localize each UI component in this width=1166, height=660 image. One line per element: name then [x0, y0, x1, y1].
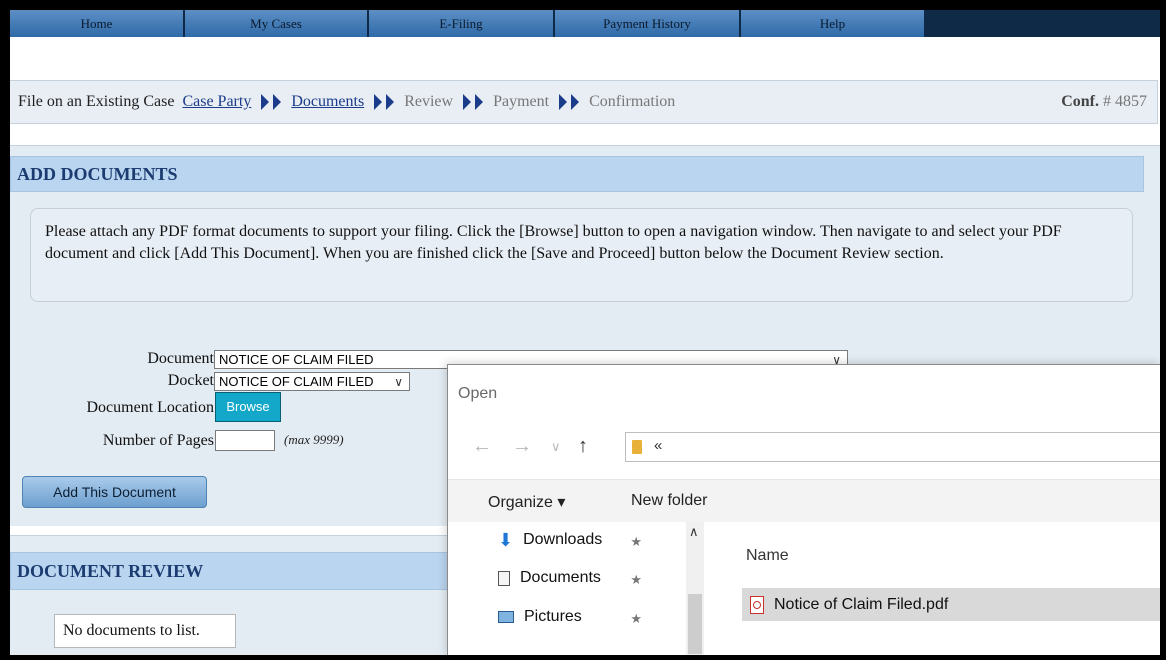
pdf-icon [750, 595, 764, 614]
nav-tab-home[interactable]: Home [10, 10, 185, 37]
navigation-pane: ⬇ Downloads ★ Documents ★ Pictures ★ ∧ [448, 522, 706, 655]
step-arrow-icon [259, 94, 283, 110]
number-of-pages-label: Number of Pages [102, 432, 214, 449]
nav-tab-my-cases[interactable]: My Cases [185, 10, 369, 37]
name-column-header[interactable]: Name [746, 547, 789, 565]
nav-pane-item-label: Pictures [524, 608, 582, 625]
step-arrow-icon [461, 94, 485, 110]
scrollbar-thumb[interactable] [688, 594, 702, 654]
instructions-box: Please attach any PDF format documents t… [30, 208, 1133, 302]
nav-pane-item-label: Downloads [523, 531, 603, 548]
add-this-document-button[interactable]: Add This Document [22, 476, 207, 508]
address-path: « [654, 437, 663, 454]
organize-menu-button[interactable]: Organize ▾ [488, 492, 565, 512]
pin-icon[interactable]: ★ [630, 572, 642, 588]
nav-tab-help[interactable]: Help [741, 10, 926, 37]
breadcrumb-step-review: Review [404, 93, 454, 110]
file-list-pane: Name Notice of Claim Filed.pdf [706, 522, 1160, 655]
documents-icon [498, 570, 510, 586]
number-of-pages-input[interactable] [215, 430, 275, 451]
step-arrow-icon [372, 94, 396, 110]
app-frame: Home My Cases E-Filing Payment History H… [10, 10, 1160, 655]
address-bar[interactable]: « [625, 432, 1160, 462]
nav-pane-item-label: Documents [520, 569, 601, 586]
breadcrumb-step-documents[interactable]: Documents [291, 93, 364, 111]
navigation-pane-scrollbar[interactable]: ∧ [686, 522, 704, 655]
scroll-up-icon[interactable]: ∧ [689, 524, 699, 540]
file-row[interactable]: Notice of Claim Filed.pdf [742, 588, 1160, 621]
nav-pane-item-documents[interactable]: Documents [498, 566, 601, 590]
download-icon: ⬇ [498, 529, 514, 550]
step-arrow-icon [557, 94, 581, 110]
top-navigation: Home My Cases E-Filing Payment History H… [10, 10, 1160, 37]
max-pages-hint: (max 9999) [284, 432, 344, 447]
pin-icon[interactable]: ★ [630, 534, 642, 550]
breadcrumb-prefix: File on an Existing Case [18, 93, 175, 110]
nav-tab-payment-history[interactable]: Payment History [555, 10, 741, 37]
chevron-down-icon: ∨ [394, 375, 403, 389]
recent-locations-chevron-icon[interactable]: ∨ [551, 439, 561, 455]
document-select-value: NOTICE OF CLAIM FILED [219, 352, 374, 367]
browse-button[interactable]: Browse [215, 392, 281, 422]
document-label: Document [147, 350, 214, 367]
file-name: Notice of Claim Filed.pdf [774, 595, 949, 613]
up-folder-arrow-icon[interactable]: ↑ [578, 435, 588, 458]
breadcrumb-step-case-party[interactable]: Case Party [182, 93, 251, 111]
nav-pane-item-downloads[interactable]: ⬇ Downloads [498, 528, 602, 552]
confirmation-number: Conf. # 4857 [1061, 93, 1147, 110]
new-folder-button[interactable]: New folder [631, 492, 707, 510]
docket-label: Docket [167, 372, 214, 389]
add-documents-heading: ADD DOCUMENTS [10, 156, 1144, 192]
pictures-icon [498, 611, 514, 623]
document-location-label: Document Location [86, 399, 214, 416]
dialog-toolbar: Organize ▾ New folder [448, 479, 1160, 523]
breadcrumb-step-confirmation: Confirmation [589, 93, 676, 110]
back-arrow-icon[interactable]: ← [472, 435, 492, 458]
folder-icon [632, 440, 642, 454]
dialog-title: Open [458, 385, 498, 402]
docket-select[interactable]: NOTICE OF CLAIM FILED ∨ [214, 372, 410, 391]
breadcrumb-step-payment: Payment [493, 93, 550, 110]
breadcrumb: File on an Existing Case Case Party Docu… [10, 80, 1158, 124]
dialog-navigation-row: ← → ∨ ↑ « [448, 427, 1160, 467]
pin-icon[interactable]: ★ [630, 611, 642, 627]
forward-arrow-icon[interactable]: → [512, 435, 532, 458]
open-file-dialog: Open ← → ∨ ↑ « Organize ▾ New folder ⬇ D… [447, 364, 1160, 655]
nav-tab-e-filing[interactable]: E-Filing [369, 10, 555, 37]
empty-documents-message: No documents to list. [54, 614, 236, 648]
docket-select-value: NOTICE OF CLAIM FILED [219, 374, 374, 389]
nav-pane-item-pictures[interactable]: Pictures [498, 605, 582, 629]
